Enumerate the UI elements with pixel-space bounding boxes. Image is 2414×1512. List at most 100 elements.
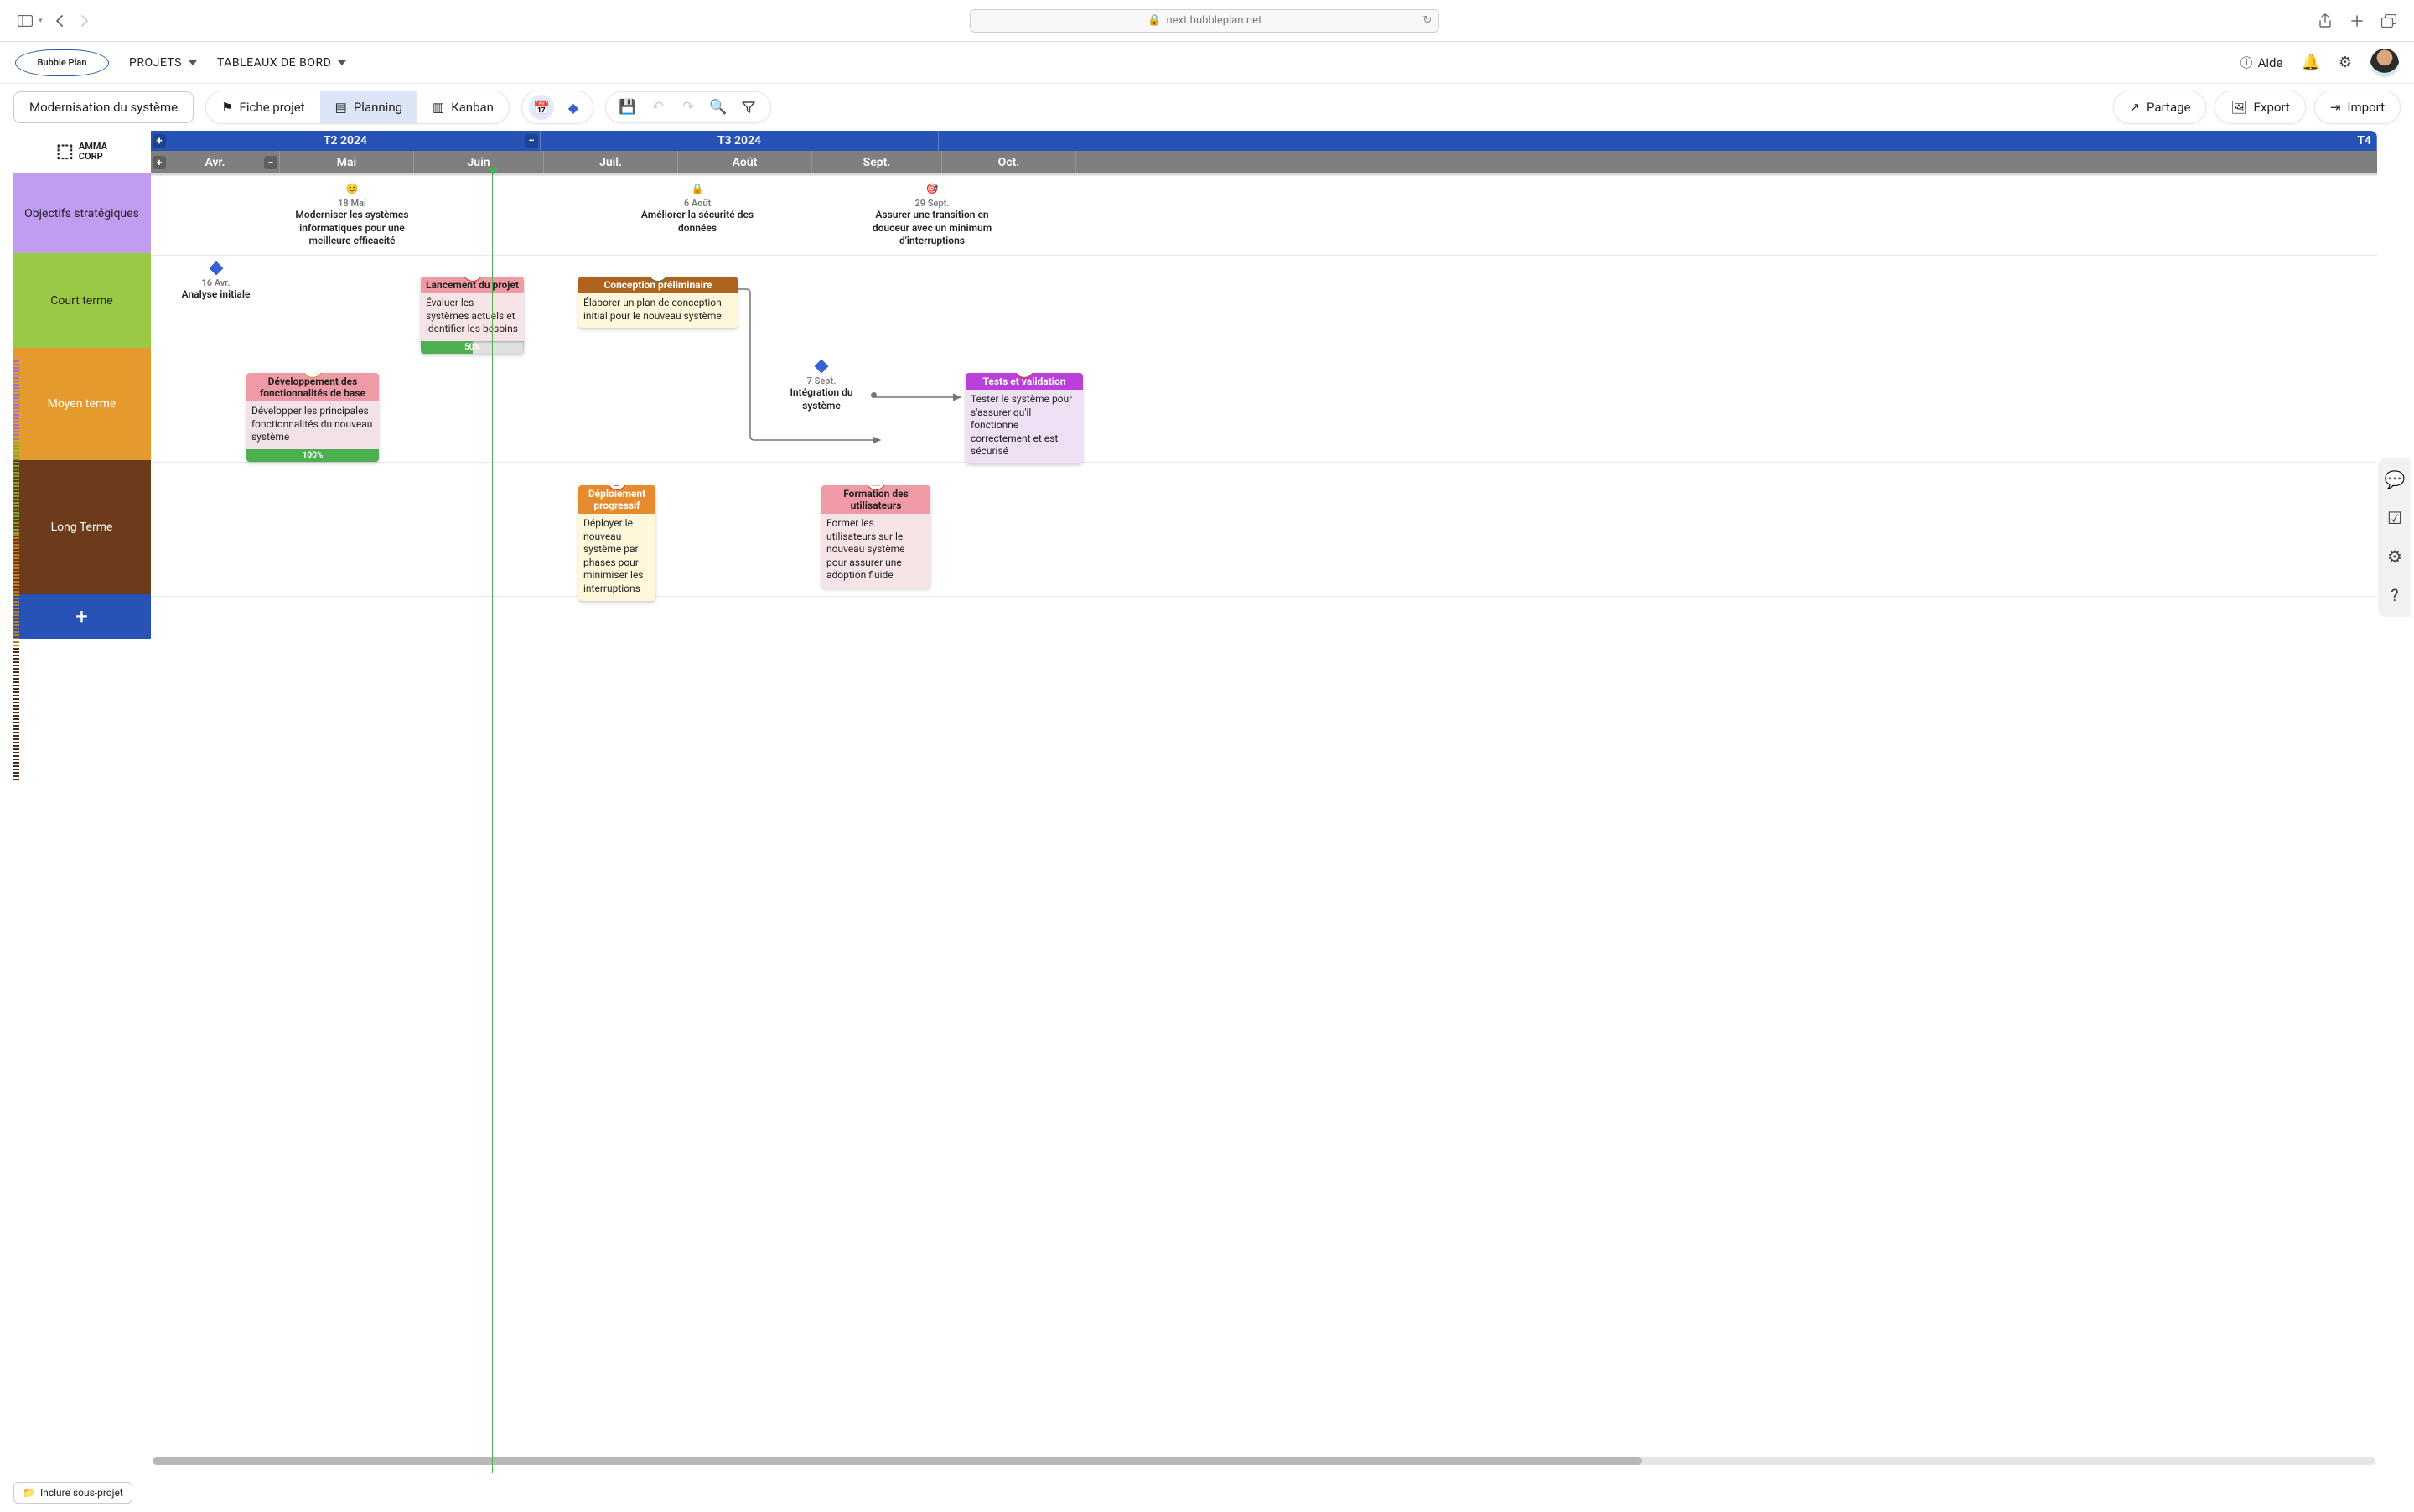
strategic-milestone[interactable]: 🎯 29 Sept. Assurer une transition en dou… [865,181,999,248]
tab-planning[interactable]: ▤Planning [320,91,417,123]
diamond-icon [814,359,829,374]
filter-icon[interactable] [740,99,757,116]
view-mode-toggle: 📅 ◆ [521,91,593,124]
month-avr[interactable]: + Avr. − [151,151,280,173]
url-text: next.bubbleplan.net [1166,14,1261,27]
task-tests-validation[interactable]: 🔭 Tests et validation Tester le système … [966,373,1083,463]
timeline-body[interactable]: 😊 18 Mai Moderniser les systèmes informa… [151,173,2377,1473]
save-icon[interactable]: 💾 [619,99,636,116]
milestone-integration[interactable]: 7 Sept. Intégration du système [771,359,872,412]
month-sept[interactable]: Sept. [812,151,942,173]
smile-icon: 😊 [344,181,360,196]
lane-court-terme: 16 Avr. Analyse initiale 🚀 Lancement du … [151,256,2377,350]
lock-icon: 🔒 [1147,14,1161,27]
corp-name: AMMA CORP [79,142,107,162]
edit-icon-group: 💾 ↶ ↷ 🔍 [605,91,771,123]
quarter-t3[interactable]: T3 2024 [541,131,939,151]
quarter-t2[interactable]: + T2 2024 − [151,131,541,151]
view-tabs: ⚑Fiche projet ▤Planning ▥Kanban [205,91,510,124]
settings-icon[interactable]: ⚙ [2339,54,2352,71]
share-button[interactable]: ↗Partage [2113,91,2206,124]
month-row: + Avr. − Mai Juin Juil. Août Sept. Oct. [151,151,2377,173]
qr-icon: ⬚ [56,142,74,162]
help-link[interactable]: ⓘAide [2240,54,2283,71]
task-deploiement[interactable]: 🚦 Déploiement progressif Déployer le nou… [578,485,655,601]
month-oct[interactable]: Oct. [942,151,1076,173]
connector-dot [871,392,877,398]
toolbar: Modernisation du système ⚑Fiche projet ▤… [0,84,2414,131]
url-bar[interactable]: 🔒 next.bubbleplan.net ↻ [970,9,1439,33]
row-label-moyen-terme[interactable]: Moyen terme [13,348,151,460]
timeline: + T2 2024 − T3 2024 T4 + Avr. − Mai Juin… [151,131,2377,1473]
help-question-icon[interactable]: ? [2391,585,2398,605]
avatar[interactable] [2370,49,2399,77]
folder-plus-icon: 📁 [23,1487,35,1499]
search-icon[interactable]: 🔍 [710,99,727,116]
chat-icon[interactable]: 💬 [2385,469,2406,489]
task-conception-preliminaire[interactable]: 🛠 Conception préliminaire Élaborer un pl… [578,277,738,328]
back-icon[interactable] [51,13,68,29]
add-row-button[interactable]: + [13,594,151,639]
horizontal-scrollbar[interactable] [153,1457,2375,1465]
chevron-down-icon [189,60,197,65]
row-label-strategic[interactable]: Objectifs stratégiques [13,173,151,253]
logo[interactable]: Bubble Plan [15,49,109,76]
tab-kanban[interactable]: ▥Kanban [417,91,509,123]
strategic-milestone[interactable]: 🔒 6 Août Améliorer la sécurité des donné… [630,181,764,235]
quarter-t4[interactable]: T4 [939,131,2377,151]
milestone-analyse-initiale[interactable]: 16 Avr. Analyse initiale [151,261,281,302]
tab-fiche-projet[interactable]: ⚑Fiche projet [206,91,320,123]
gear-icon[interactable]: ⚙ [2387,546,2402,567]
sidebar-toggle-icon[interactable] [17,13,34,29]
collapse-month-icon[interactable]: − [264,156,277,169]
expand-quarter-icon[interactable]: + [153,134,166,148]
undo-icon: ↶ [650,99,666,116]
row-label-court-terme[interactable]: Court terme [13,253,151,348]
lane-long-terme: 🚦 Déploiement progressif Déployer le nou… [151,463,2377,597]
chevron-down-icon [338,60,346,65]
task-formation[interactable]: 📕 Formation des utilisateurs Former les … [821,485,930,588]
collapse-quarter-icon[interactable]: − [525,134,538,148]
right-rail: 💬 ☑ ⚙ ? [2378,458,2411,617]
task-developpement[interactable]: 🚧 Développement des fonctionnalités de b… [246,373,379,462]
timeline-header: + T2 2024 − T3 2024 T4 + Avr. − Mai Juin… [151,131,2377,173]
chevron-down-icon[interactable]: ▾ [39,17,43,25]
quarter-row: + T2 2024 − T3 2024 T4 [151,131,2377,151]
lane-moyen-terme: 🚧 Développement des fonctionnalités de b… [151,350,2377,463]
checkbox-icon[interactable]: ☑ [2387,508,2402,528]
task-lancement-du-projet[interactable]: 🚀 Lancement du projet Évaluer les systèm… [421,277,524,354]
columns-icon: ▥ [433,100,444,115]
nav-projects[interactable]: PROJETS [129,56,197,70]
app-header: Bubble Plan PROJETS TABLEAUX DE BORD ⓘAi… [0,42,2414,84]
browser-chrome: ▾ 🔒 next.bubbleplan.net ↻ [0,0,2414,42]
list-icon: ▤ [335,100,347,115]
nav-dashboards[interactable]: TABLEAUX DE BORD [217,56,346,70]
diamond-icon [209,261,224,276]
share-system-icon[interactable] [2317,13,2334,29]
tabs-icon[interactable] [2380,13,2397,29]
month-aout[interactable]: Août [678,151,812,173]
strategic-milestone[interactable]: 😊 18 Mai Moderniser les systèmes informa… [285,181,419,248]
milestone-mode-icon[interactable]: ◆ [561,95,586,120]
month-mai[interactable]: Mai [280,151,414,173]
corp-box[interactable]: ⬚ AMMA CORP [13,131,151,173]
forward-icon [76,13,93,29]
export-button[interactable]: 🖼Export [2215,91,2305,124]
include-subproject-button[interactable]: 📁 Inclure sous-projet [13,1482,132,1504]
month-juil[interactable]: Juil. [544,151,678,173]
progress-bar: 100% [246,449,379,462]
image-icon: 🖼 [2230,100,2246,115]
month-juin[interactable]: Juin [414,151,544,173]
new-tab-icon[interactable] [2349,13,2365,29]
today-line [492,173,493,1473]
bell-icon[interactable]: 🔔 [2301,54,2319,71]
project-name[interactable]: Modernisation du système [13,91,194,123]
row-label-long-terme[interactable]: Long Terme [13,460,151,594]
import-button[interactable]: ⇥Import [2314,91,2401,124]
target-icon: 🎯 [925,181,940,196]
calendar-mode-icon[interactable]: 📅 [529,95,554,120]
reload-icon[interactable]: ↻ [1422,14,1432,27]
row-reorder-strip [13,317,19,1438]
expand-month-icon[interactable]: + [153,156,166,169]
scrollbar-thumb[interactable] [153,1457,1642,1465]
